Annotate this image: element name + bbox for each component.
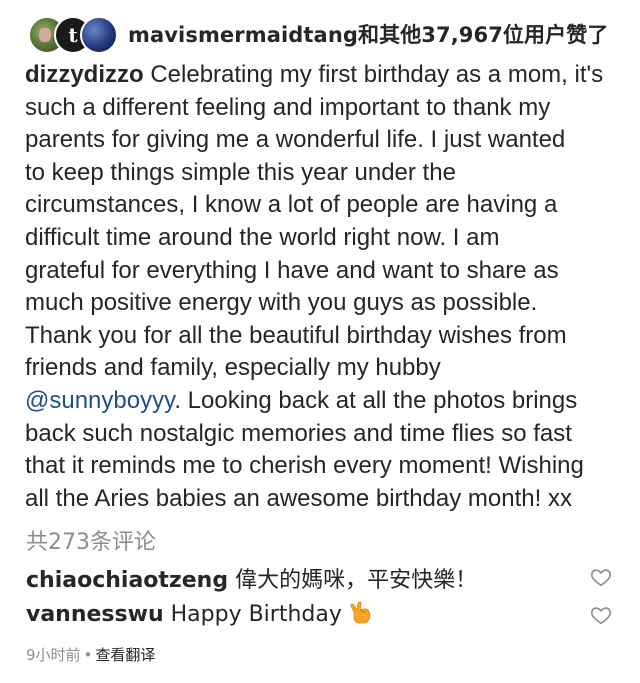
caption-line: all the Aries babies an awesome birthday…	[25, 484, 572, 512]
heart-icon[interactable]	[590, 604, 612, 626]
comment-text: Happy Birthday	[170, 602, 342, 627]
caption-line: @sunnyboyyy. Looking back at all the pho…	[25, 385, 623, 418]
caption-line: that it reminds me to cherish every mome…	[25, 452, 584, 480]
caption-line: circumstances, I know a lot of people ar…	[25, 191, 558, 219]
caption-line: back such nostalgic memories and time fl…	[25, 419, 572, 447]
comment-username[interactable]: vannesswu	[26, 602, 164, 627]
view-all-comments-link[interactable]: 共273条评论	[26, 524, 156, 556]
separator-dot: •	[83, 646, 93, 664]
comment-row: vannesswu Happy Birthday	[26, 600, 616, 634]
comment-row: chiaochiaotzeng 偉大的媽咪，平安快樂！	[26, 562, 616, 596]
liker-avatars[interactable]: t	[28, 12, 118, 56]
likes-summary[interactable]: mavismermaidtang和其他37,967位用户赞了	[128, 19, 608, 49]
likes-row[interactable]: t mavismermaidtang和其他37,967位用户赞了	[28, 12, 628, 56]
caption-line: to keep things simple this year under th…	[25, 158, 456, 186]
caption-line: dizzydizzo Celebrating my first birthday…	[25, 59, 623, 92]
caption-line: such a different feeling and important t…	[25, 93, 551, 121]
caption-text: Celebrating my first birthday as a mom, …	[143, 61, 604, 88]
caption-line: much positive energy with you guys as po…	[25, 289, 538, 317]
timestamp: 9小时前	[26, 646, 81, 664]
avatar[interactable]	[80, 16, 118, 54]
caption-username[interactable]: dizzydizzo	[25, 61, 144, 88]
comment-username[interactable]: chiaochiaotzeng	[26, 568, 228, 593]
see-translation-link[interactable]: 查看翻译	[95, 646, 155, 664]
post-meta: 9小时前 • 查看翻译	[26, 644, 155, 665]
mention-link[interactable]: @sunnyboyyy	[25, 387, 174, 414]
post-caption: dizzydizzo Celebrating my first birthday…	[25, 59, 623, 515]
caption-line: friends and family, especially my hubby	[25, 354, 441, 382]
caption-line: difficult time around the world right no…	[25, 223, 500, 251]
caption-line: grateful for everything I have and want …	[25, 256, 559, 284]
heart-icon[interactable]	[590, 566, 612, 588]
crossed-fingers-emoji-icon	[350, 601, 371, 624]
caption-line: parents for giving me a wonderful life. …	[25, 126, 566, 154]
comment-text: 偉大的媽咪，平安快樂！	[235, 568, 478, 593]
caption-line: Thank you for all the beautiful birthday…	[25, 321, 567, 349]
caption-text: . Looking back at all the photos brings	[174, 386, 578, 414]
